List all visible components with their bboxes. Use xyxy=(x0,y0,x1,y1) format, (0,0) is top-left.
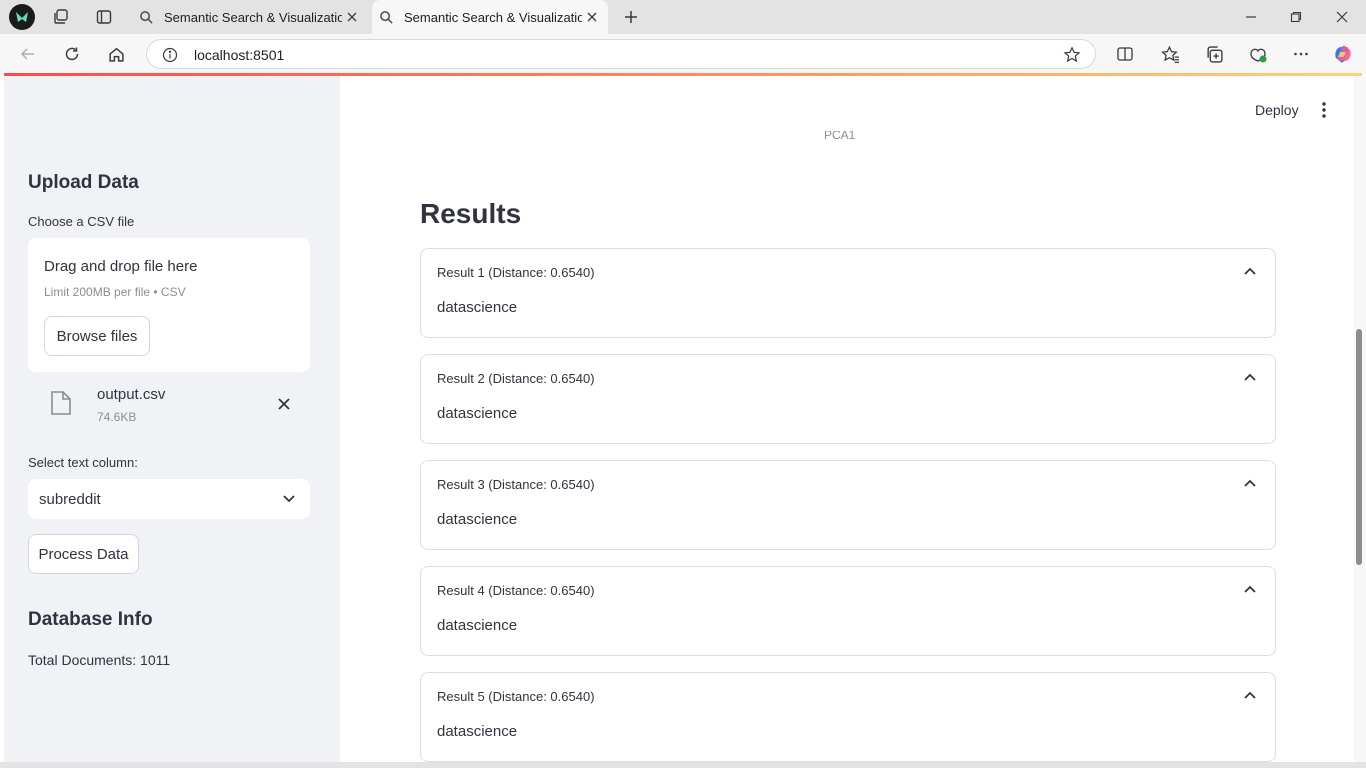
remove-file-icon[interactable] xyxy=(274,394,294,414)
column-select[interactable]: subreddit xyxy=(28,479,310,519)
chevron-up-icon[interactable] xyxy=(1241,262,1259,280)
tab-title: Semantic Search & Visualization xyxy=(164,9,342,25)
split-screen-icon[interactable] xyxy=(1114,43,1136,65)
chevron-down-icon xyxy=(280,490,298,508)
collections-icon[interactable] xyxy=(1203,43,1225,65)
app-logo-icon[interactable] xyxy=(9,4,35,30)
tab-inactive[interactable]: Semantic Search & Visualization xyxy=(132,0,368,34)
file-uploader-label: Choose a CSV file xyxy=(28,214,135,229)
favorites-icon[interactable] xyxy=(1159,43,1181,65)
dropzone-title: Drag and drop file here xyxy=(44,258,198,275)
result-text: datascience xyxy=(437,405,518,422)
result-title: Result 3 (Distance: 0.6540) xyxy=(437,477,595,492)
result-expander[interactable]: Result 4 (Distance: 0.6540) datascience xyxy=(420,566,1276,656)
address-toolbar: localhost:8501 xyxy=(0,34,1366,74)
deploy-button[interactable]: Deploy xyxy=(1255,102,1299,118)
chevron-up-icon[interactable] xyxy=(1241,580,1259,598)
scrollbar-thumb[interactable] xyxy=(1356,329,1362,565)
dropzone-limit: Limit 200MB per file • CSV xyxy=(44,285,186,299)
browser-essentials-icon[interactable] xyxy=(1247,43,1269,65)
result-title: Result 1 (Distance: 0.6540) xyxy=(437,265,595,280)
results-heading: Results xyxy=(420,198,522,229)
chart-axis-label: PCA1 xyxy=(824,128,856,142)
database-info-heading: Database Info xyxy=(28,609,153,630)
search-icon xyxy=(378,9,394,25)
uploaded-file: output.csv 74.6KB xyxy=(28,382,310,430)
chevron-up-icon[interactable] xyxy=(1241,474,1259,492)
restore-icon[interactable] xyxy=(1285,6,1307,28)
result-expander[interactable]: Result 1 (Distance: 0.6540) datascience xyxy=(420,248,1276,338)
minimize-icon[interactable] xyxy=(1240,6,1262,28)
window-bottom-edge xyxy=(0,762,1366,768)
result-expander[interactable]: Result 3 (Distance: 0.6540) datascience xyxy=(420,460,1276,550)
copilot-icon[interactable] xyxy=(1332,43,1354,65)
upload-heading: Upload Data xyxy=(28,172,139,193)
file-icon xyxy=(50,390,74,418)
file-name: output.csv xyxy=(97,386,166,403)
close-icon[interactable] xyxy=(342,7,362,27)
url-text: localhost:8501 xyxy=(194,47,285,63)
new-tab-icon[interactable] xyxy=(620,6,642,28)
back-icon[interactable] xyxy=(17,43,39,65)
window-close-icon[interactable] xyxy=(1331,6,1353,28)
column-select-label: Select text column: xyxy=(28,455,138,470)
file-dropzone[interactable]: Drag and drop file here Limit 200MB per … xyxy=(28,238,310,372)
chevron-up-icon[interactable] xyxy=(1241,368,1259,386)
browser-tab-bar: Semantic Search & Visualization Semantic… xyxy=(0,0,1366,34)
result-title: Result 5 (Distance: 0.6540) xyxy=(437,689,595,704)
star-icon[interactable] xyxy=(1063,46,1081,64)
close-icon[interactable] xyxy=(582,7,602,27)
result-text: datascience xyxy=(437,299,518,316)
tab-actions-icon[interactable] xyxy=(94,7,114,27)
result-text: datascience xyxy=(437,723,518,740)
more-icon[interactable] xyxy=(1290,43,1312,65)
sidebar: Upload Data Choose a CSV file Drag and d… xyxy=(4,76,340,762)
info-icon[interactable] xyxy=(161,46,179,64)
tab-title: Semantic Search & Visualization xyxy=(404,9,582,25)
process-data-button[interactable]: Process Data xyxy=(28,534,139,574)
total-documents: Total Documents: 1011 xyxy=(28,652,171,668)
home-icon[interactable] xyxy=(105,43,127,65)
result-title: Result 2 (Distance: 0.6540) xyxy=(437,371,595,386)
refresh-icon[interactable] xyxy=(61,43,83,65)
tab-active[interactable]: Semantic Search & Visualization xyxy=(372,0,608,34)
browse-files-button[interactable]: Browse files xyxy=(44,316,150,356)
search-icon xyxy=(138,9,154,25)
workspaces-icon[interactable] xyxy=(51,7,71,27)
result-expander[interactable]: Result 5 (Distance: 0.6540) datascience xyxy=(420,672,1276,762)
kebab-menu-icon[interactable] xyxy=(1314,100,1334,120)
scrollbar[interactable] xyxy=(1354,76,1366,762)
file-size: 74.6KB xyxy=(97,410,137,424)
result-expander[interactable]: Result 2 (Distance: 0.6540) datascience xyxy=(420,354,1276,444)
url-bar[interactable]: localhost:8501 xyxy=(146,39,1096,69)
result-title: Result 4 (Distance: 0.6540) xyxy=(437,583,595,598)
chevron-up-icon[interactable] xyxy=(1241,686,1259,704)
column-select-value: subreddit xyxy=(39,491,101,508)
result-text: datascience xyxy=(437,511,518,528)
main-content: Deploy PCA1 Results Result 1 (Distance: … xyxy=(340,76,1354,762)
result-text: datascience xyxy=(437,617,518,634)
